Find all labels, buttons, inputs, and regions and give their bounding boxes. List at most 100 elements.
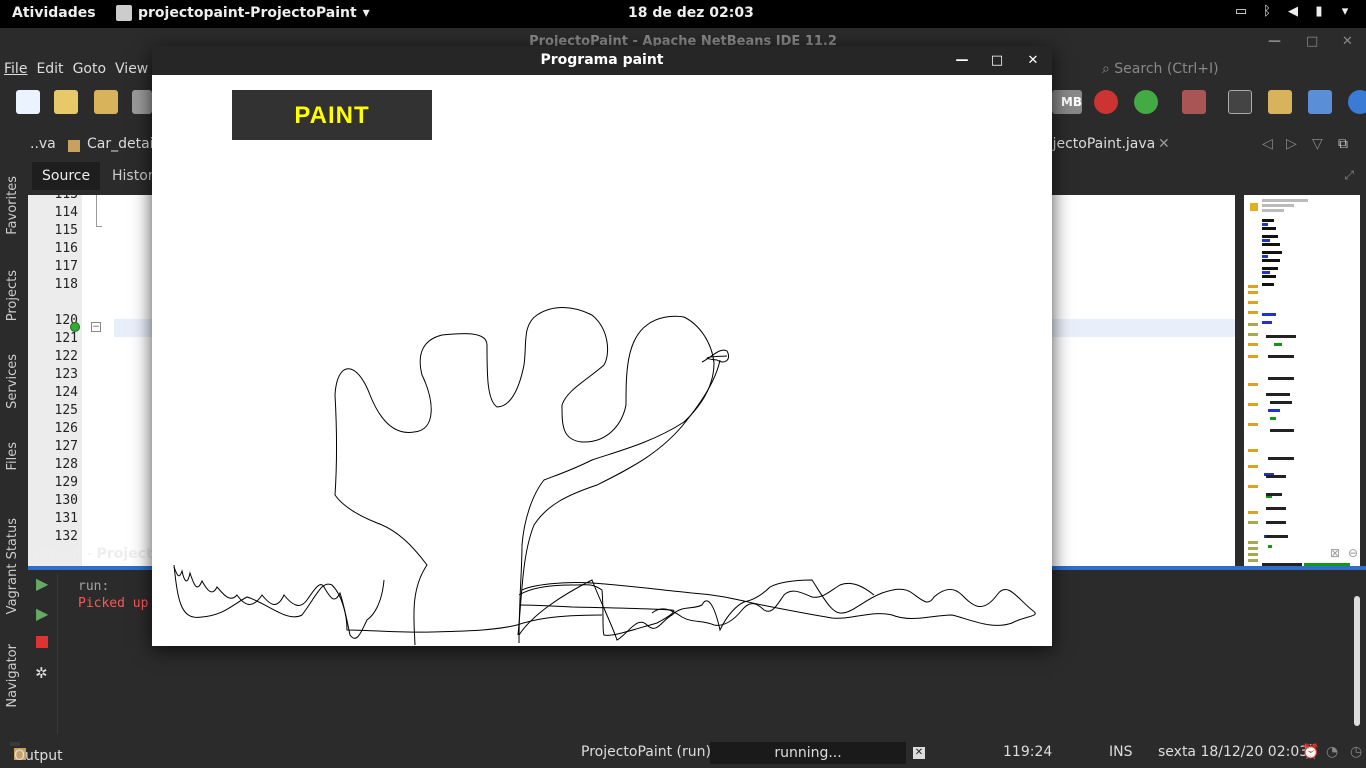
paint-titlebar[interactable]: Programa paint — □ ✕: [152, 46, 1052, 75]
stop-icon[interactable]: [36, 636, 48, 648]
panel-minimize-icon[interactable]: ⊖: [1348, 546, 1358, 560]
rerun-with-params-icon[interactable]: ▶: [36, 604, 48, 623]
menu-edit[interactable]: Edit: [36, 56, 63, 82]
java-file-icon: [68, 140, 80, 152]
link-icon[interactable]: [1308, 90, 1332, 114]
tab-files[interactable]: Files: [5, 442, 20, 471]
output-label: Output -: [34, 546, 97, 562]
profile-project-icon[interactable]: [1134, 90, 1158, 114]
rerun-icon[interactable]: ▶: [36, 574, 48, 593]
new-project-icon[interactable]: [54, 90, 78, 114]
tab-scroll-right-icon[interactable]: ▷: [1286, 136, 1297, 152]
output-scrollbar[interactable]: [1354, 596, 1360, 726]
screen-icon[interactable]: ▭: [1234, 5, 1248, 19]
tab-services[interactable]: Services: [5, 354, 20, 409]
tab-list-icon[interactable]: ▽: [1312, 136, 1323, 152]
status-datetime: sexta 18/12/20 02:03: [1158, 744, 1309, 760]
minimize-icon[interactable]: —: [947, 46, 977, 75]
tab-file-active[interactable]: ojectoPaint.java: [1044, 136, 1155, 152]
line-number: 116: [54, 241, 78, 256]
tab-projects[interactable]: Projects: [5, 270, 20, 321]
paint-window-title: Programa paint: [540, 52, 664, 68]
desktop: Atividades projectopaint-ProjectoPaint ▾…: [0, 0, 1366, 768]
open-project-icon[interactable]: [94, 90, 118, 114]
cancel-task-icon[interactable]: ✕: [913, 747, 925, 759]
output-tab[interactable]: Output: [10, 742, 63, 764]
stroke-scribble: [701, 349, 730, 363]
paint-window: Programa paint — □ ✕ PAINT: [152, 46, 1052, 646]
close-icon[interactable]: ✕: [1018, 46, 1048, 75]
maximize-icon[interactable]: □: [982, 46, 1012, 75]
power-menu-icon[interactable]: ▾: [1338, 5, 1352, 19]
stroke-ground-right: [518, 579, 1036, 641]
tab-file-2[interactable]: Car_detai: [87, 136, 154, 152]
status-bar: Output ProjectoPaint (run) running... ✕ …: [0, 738, 1366, 768]
memory-indicator[interactable]: MB: [1052, 90, 1082, 114]
battery-icon[interactable]: ▮: [1312, 5, 1326, 19]
tab-scroll-left-icon[interactable]: ◁: [1262, 136, 1273, 152]
tab-close-icon[interactable]: ✕: [1158, 136, 1170, 152]
profile-icon[interactable]: [1094, 90, 1118, 114]
line-number: 113: [28, 195, 82, 204]
activities-button[interactable]: Atividades: [12, 5, 96, 21]
maximize-icon[interactable]: □: [1306, 28, 1318, 56]
drawing-canvas[interactable]: [152, 75, 1052, 646]
line-number: 124: [54, 385, 78, 400]
insert-mode: INS: [1109, 744, 1133, 760]
tab-source[interactable]: Source: [32, 162, 101, 190]
system-top-bar: Atividades projectopaint-ProjectoPaint ▾…: [0, 0, 1366, 28]
bluetooth-icon[interactable]: ᛒ: [1260, 5, 1274, 19]
stroke-ground-spikes: [173, 566, 385, 639]
stroke-ground-zigzag: [651, 582, 875, 626]
output-line-error: Picked up: [78, 596, 149, 611]
run-status-label: ProjectoPaint (run): [581, 744, 711, 760]
panel-close-icon[interactable]: ⊠: [1330, 546, 1340, 560]
save-all-icon[interactable]: [132, 90, 152, 114]
search-input[interactable]: ⌕ Search (Ctrl+I): [1096, 58, 1358, 80]
os-icon[interactable]: [1348, 90, 1366, 114]
alarm-icon[interactable]: ⏰: [1302, 744, 1319, 760]
caret-position: 119:24: [1003, 744, 1053, 760]
fold-toggle-icon[interactable]: −: [91, 322, 101, 332]
line-number: 132: [54, 529, 78, 544]
terminal-icon[interactable]: [1228, 90, 1252, 114]
tab-navigator[interactable]: Navigator: [5, 644, 20, 708]
folder-icon[interactable]: [1268, 90, 1292, 114]
output-tab-label: Output: [14, 748, 63, 764]
tab-favorites[interactable]: Favorites: [5, 176, 20, 235]
app-menu[interactable]: projectopaint-ProjectoPaint ▾: [116, 5, 370, 21]
clock[interactable]: 18 de dez 02:03: [628, 5, 754, 21]
close-icon[interactable]: ✕: [1342, 28, 1353, 56]
output-text[interactable]: run: Picked up: [78, 578, 148, 612]
menu-view[interactable]: View: [115, 56, 148, 82]
line-number: 126: [54, 421, 78, 436]
line-number: 127: [54, 439, 78, 454]
override-marker-icon[interactable]: [70, 322, 80, 332]
maximize-editor-icon[interactable]: ⤢: [1344, 168, 1354, 183]
line-number: 129: [54, 475, 78, 490]
stroke-cactus-left: [334, 307, 715, 646]
minimize-icon[interactable]: —: [1268, 28, 1281, 56]
tab-vagrant-status[interactable]: Vagrant Status: [5, 518, 20, 614]
tab-restore-icon[interactable]: ⧉: [1338, 136, 1348, 152]
app-menu-label: projectopaint-ProjectoPaint: [138, 5, 357, 21]
output-line-run: run:: [78, 579, 110, 594]
tab-history[interactable]: Histor: [112, 162, 154, 190]
menu-file[interactable]: File: [4, 56, 27, 82]
settings-icon[interactable]: ✲: [35, 664, 48, 682]
progress-bar: running...: [710, 742, 906, 764]
line-number: 131: [54, 511, 78, 526]
history-icon[interactable]: ◷: [1350, 744, 1362, 760]
line-number: 123: [54, 367, 78, 382]
volume-icon[interactable]: ◀: [1286, 5, 1300, 19]
debug-icon[interactable]: [1182, 90, 1206, 114]
new-file-icon[interactable]: [16, 90, 40, 114]
line-number: 122: [54, 349, 78, 364]
tab-file-1[interactable]: ..va: [30, 136, 56, 152]
line-number: 125: [54, 403, 78, 418]
system-tray[interactable]: ▭ ᛒ ◀ ▮ ▾: [1234, 5, 1352, 19]
line-number-gutter: 113 114 115 116 117 118 119 120 121 122 …: [28, 195, 82, 567]
menu-goto[interactable]: Goto: [73, 56, 106, 82]
clock-icon[interactable]: ◔: [1326, 744, 1338, 760]
output-actions: ▶ ▶ ✲: [28, 574, 58, 734]
